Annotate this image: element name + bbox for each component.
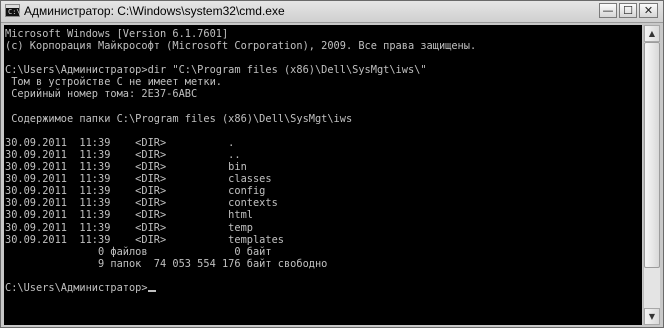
- vertical-scrollbar[interactable]: ▲ ▼: [643, 25, 660, 325]
- scroll-up-button[interactable]: ▲: [644, 25, 660, 42]
- icon-glyph: C:\: [8, 8, 21, 16]
- title-bar[interactable]: C:\ Администратор: C:\Windows\system32\c…: [1, 1, 663, 23]
- console-output: Microsoft Windows [Version 6.1.7601] (c) …: [5, 28, 476, 294]
- console-line: 30.09.2011 11:39 <DIR> ..: [5, 148, 241, 161]
- console-line: 30.09.2011 11:39 <DIR> bin: [5, 161, 247, 174]
- console-line: C:\Users\Администратор>dir "C:\Program f…: [5, 64, 427, 77]
- command-prompt-icon[interactable]: C:\: [5, 4, 21, 17]
- console-line: Microsoft Windows [Version 6.1.7601]: [5, 28, 229, 40]
- window-title: Администратор: C:\Windows\system32\cmd.e…: [24, 4, 285, 18]
- console-line: (c) Корпорация Майкрософт (Microsoft Cor…: [5, 40, 477, 53]
- console-area[interactable]: Microsoft Windows [Version 6.1.7601] (c) …: [4, 25, 642, 325]
- scroll-thumb[interactable]: [644, 42, 660, 268]
- close-button[interactable]: ✕: [639, 3, 658, 18]
- console-line: 30.09.2011 11:39 <DIR> temp: [5, 221, 253, 234]
- console-line: 30.09.2011 11:39 <DIR> classes: [5, 173, 272, 186]
- console-line: Том в устройстве C не имеет метки.: [5, 76, 222, 89]
- maximize-button[interactable]: ☐: [619, 3, 637, 18]
- console-line: 30.09.2011 11:39 <DIR> templates: [5, 233, 284, 246]
- window-controls: — ☐ ✕: [599, 3, 658, 18]
- console-line: Серийный номер тома: 2E37-6ABC: [5, 88, 198, 101]
- console-line: 30.09.2011 11:39 <DIR> config: [5, 185, 266, 198]
- console-line: Содержимое папки C:\Program files (x86)\…: [5, 112, 353, 125]
- console-line: C:\Users\Администратор>: [5, 282, 476, 294]
- minimize-button[interactable]: —: [599, 3, 617, 18]
- scroll-down-button[interactable]: ▼: [644, 308, 660, 325]
- console-line: 0 файлов 0 байт: [5, 245, 272, 258]
- text-cursor: [147, 289, 156, 292]
- console-line: 30.09.2011 11:39 <DIR> contexts: [5, 197, 278, 210]
- console-line: 30.09.2011 11:39 <DIR> .: [5, 136, 235, 149]
- cmd-window: C:\ Администратор: C:\Windows\system32\c…: [0, 0, 664, 328]
- console-line: 9 папок 74 053 554 176 байт свободно: [5, 257, 328, 270]
- console-line: 30.09.2011 11:39 <DIR> html: [5, 209, 253, 222]
